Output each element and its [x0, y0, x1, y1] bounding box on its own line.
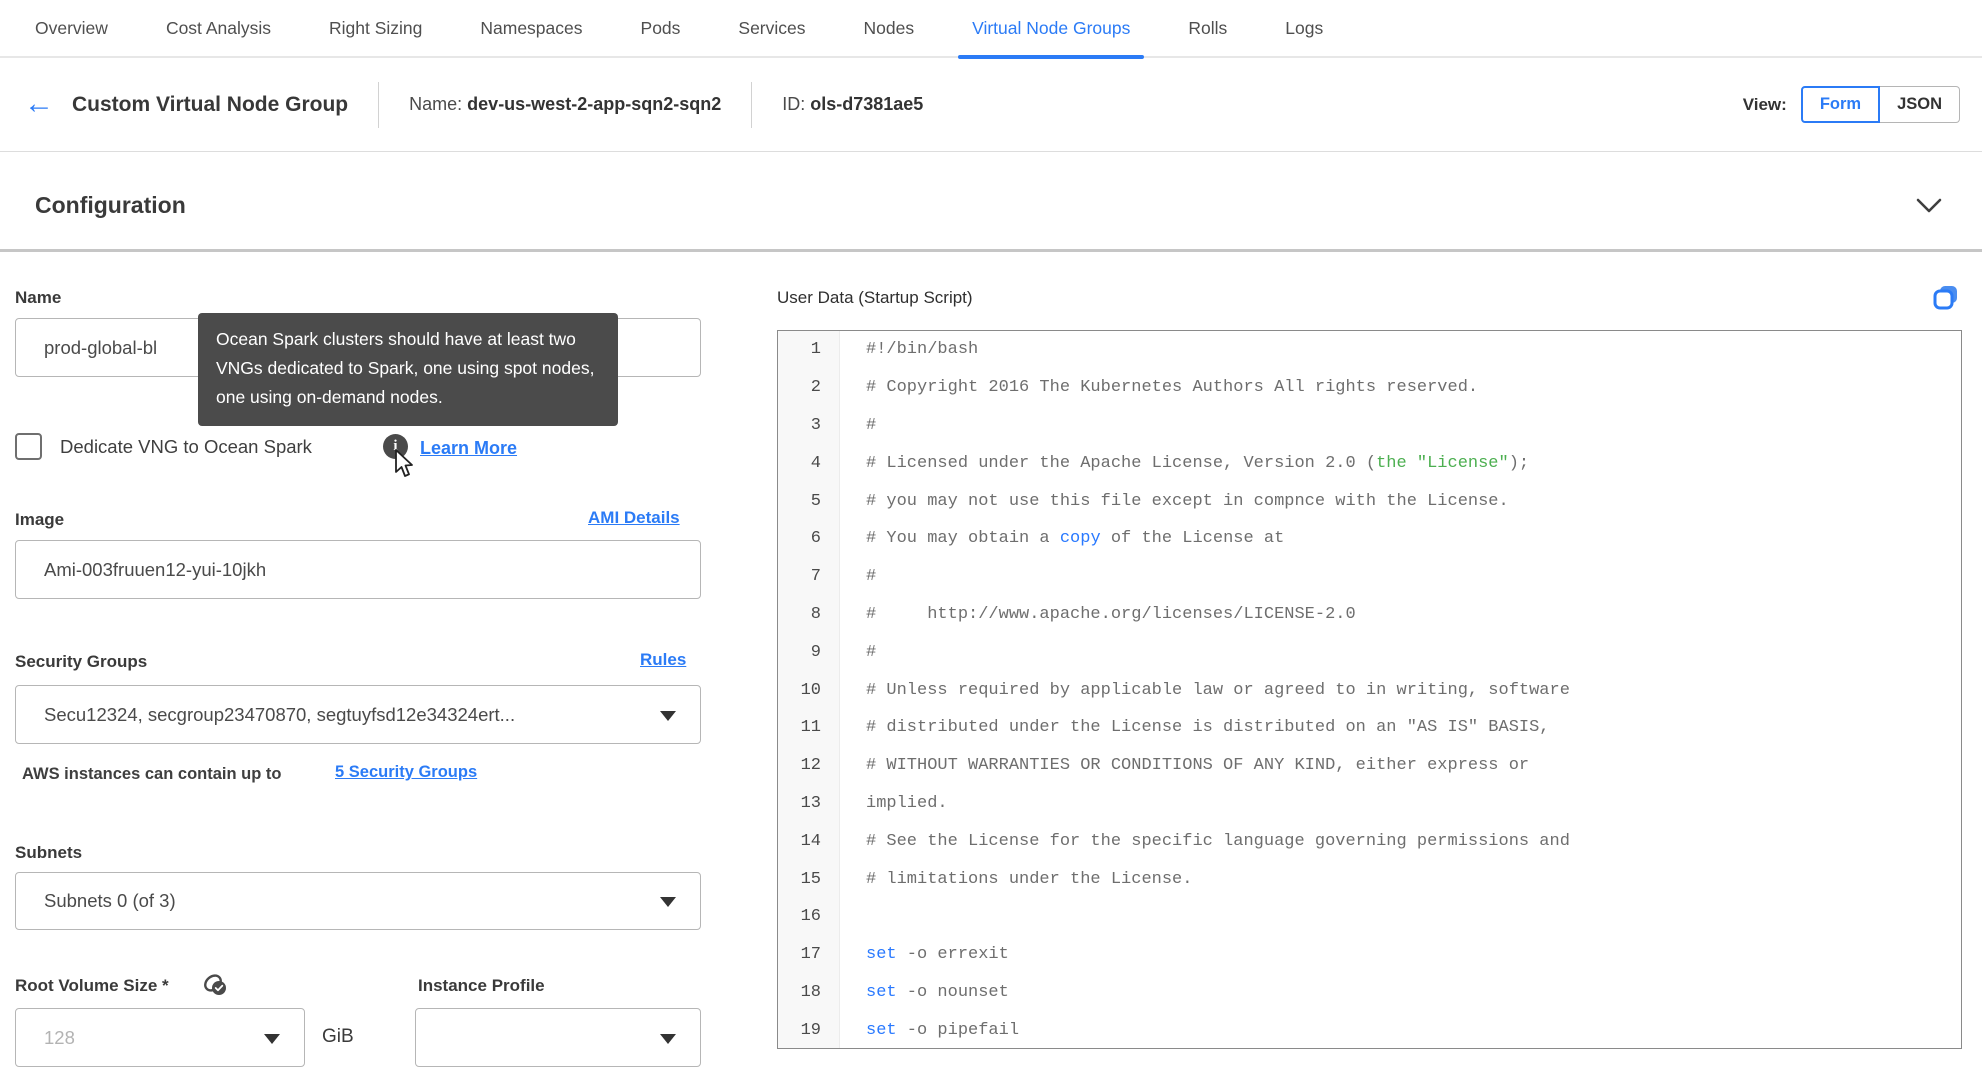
subnets-select[interactable]: Subnets 0 (of 3) — [15, 872, 701, 930]
view-toggle: Form JSON — [1800, 86, 1960, 123]
security-groups-helper: AWS instances can contain up to — [22, 765, 282, 783]
vng-id: ID: ols-d7381ae5 — [782, 94, 924, 114]
gib-unit-label: GiB — [322, 1026, 354, 1047]
view-form-button[interactable]: Form — [1800, 86, 1881, 123]
tab-rolls[interactable]: Rolls — [1188, 0, 1227, 57]
tab-namespaces[interactable]: Namespaces — [480, 0, 582, 57]
code-line: set -o nounset — [866, 982, 1009, 1002]
mouse-cursor-icon — [395, 449, 413, 477]
rules-link[interactable]: Rules — [640, 650, 686, 670]
image-label: Image — [15, 510, 65, 529]
tab-pods[interactable]: Pods — [641, 0, 681, 57]
line-number: 11 — [800, 718, 821, 738]
section-title: Configuration — [35, 192, 186, 218]
line-number: 6 — [810, 529, 821, 549]
line-number: 19 — [800, 1020, 821, 1040]
code-line: # Unless required by applicable law or a… — [866, 680, 1570, 700]
tab-logs[interactable]: Logs — [1285, 0, 1323, 57]
ami-details-link[interactable]: AMI Details — [588, 508, 680, 528]
code-area[interactable]: #!/bin/bash # Copyright 2016 The Kubernet… — [840, 331, 1961, 1048]
line-number: 7 — [810, 567, 821, 587]
instance-profile-label: Instance Profile — [418, 976, 545, 995]
line-number: 3 — [810, 415, 821, 435]
link-check-icon[interactable] — [200, 970, 230, 1000]
line-number: 9 — [810, 642, 821, 662]
divider — [378, 81, 380, 128]
tab-services[interactable]: Services — [738, 0, 805, 57]
code-line: # you may not use this file except in co… — [866, 491, 1509, 511]
line-number: 15 — [800, 869, 821, 889]
security-groups-label: Security Groups — [15, 652, 148, 671]
tab-right-sizing[interactable]: Right Sizing — [329, 0, 422, 57]
line-number-gutter: 1 2 3 4 5 6 7 8 9 10 11 12 13 14 15 16 17 18 19 — [778, 331, 840, 1048]
code-line: set -o pipefail — [866, 1020, 1020, 1040]
code-line: # — [866, 567, 877, 587]
page-title: Custom Virtual Node Group — [72, 92, 349, 116]
divider — [751, 81, 753, 128]
chevron-down-icon[interactable] — [1916, 198, 1942, 214]
code-line: # — [866, 642, 877, 662]
ocean-spark-tooltip: Ocean Spark clusters should have at leas… — [198, 313, 618, 426]
top-nav: Overview Cost Analysis Right Sizing Namespa… — [0, 0, 1982, 59]
line-number: 10 — [800, 680, 821, 700]
caret-down-icon — [660, 710, 676, 721]
user-data-label: User Data (Startup Script) — [777, 288, 973, 307]
line-number: 13 — [800, 793, 821, 813]
line-number: 17 — [800, 945, 821, 965]
learn-more-link[interactable]: Learn More — [420, 438, 517, 459]
security-groups-select[interactable]: Secu12324, secgroup23470870, segtuyfsd12… — [15, 685, 701, 744]
tab-nodes[interactable]: Nodes — [864, 0, 915, 57]
line-number: 1 — [810, 340, 821, 360]
code-line: # distributed under the License is distr… — [866, 718, 1550, 738]
tab-virtual-node-groups[interactable]: Virtual Node Groups — [958, 0, 1145, 59]
dedicate-vng-label: Dedicate VNG to Ocean Spark — [60, 436, 312, 457]
back-arrow-icon[interactable]: ← — [24, 88, 58, 120]
caret-down-icon — [660, 897, 676, 907]
five-security-groups-link[interactable]: 5 Security Groups — [335, 763, 477, 782]
code-line: # WITHOUT WARRANTIES OR CONDITIONS OF AN… — [866, 756, 1530, 776]
line-number: 18 — [800, 982, 821, 1002]
line-number: 4 — [810, 453, 821, 473]
tab-cost-analysis[interactable]: Cost Analysis — [166, 0, 271, 57]
user-data-code-editor[interactable]: 1 2 3 4 5 6 7 8 9 10 11 12 13 14 15 16 17 18 19 #!/bin/bas… — [777, 330, 1962, 1049]
view-json-button[interactable]: JSON — [1880, 86, 1960, 123]
root-volume-size-label: Root Volume Size * — [15, 976, 169, 995]
page-header: ← Custom Virtual Node Group Name: dev-us… — [0, 58, 1982, 152]
line-number: 5 — [810, 491, 821, 511]
configuration-section-header: Configuration — [0, 152, 1982, 252]
code-line: # You may obtain a copy of the License a… — [866, 529, 1285, 549]
image-input[interactable]: Ami-003fruuen12-yui-10jkh — [15, 540, 701, 599]
tab-overview[interactable]: Overview — [35, 0, 108, 57]
line-number: 8 — [810, 604, 821, 624]
instance-profile-select[interactable] — [415, 1008, 701, 1067]
code-line: # limitations under the License. — [866, 869, 1193, 889]
code-line: set -o errexit — [866, 945, 1009, 965]
line-number: 14 — [800, 831, 821, 851]
code-line: implied. — [866, 793, 948, 813]
code-line: # — [866, 415, 877, 435]
copy-icon[interactable] — [1930, 282, 1962, 314]
name-label: Name — [15, 288, 62, 307]
root-volume-size-select[interactable]: 128 — [15, 1008, 305, 1067]
code-line: # http://www.apache.org/licenses/LICENSE… — [866, 604, 1356, 624]
caret-down-icon — [264, 1033, 280, 1044]
view-label: View: — [1742, 94, 1787, 114]
code-line: #!/bin/bash — [866, 340, 979, 360]
caret-down-icon — [660, 1033, 676, 1044]
code-line: # See the License for the specific langu… — [866, 831, 1570, 851]
line-number: 16 — [800, 907, 821, 927]
code-line: # Licensed under the Apache License, Ver… — [866, 453, 1530, 473]
line-number: 2 — [810, 378, 821, 398]
code-line: # Copyright 2016 The Kubernetes Authors … — [866, 378, 1479, 398]
vng-name: Name: dev-us-west-2-app-sqn2-sqn2 — [409, 94, 722, 114]
dedicate-vng-checkbox[interactable] — [15, 433, 42, 460]
line-number: 12 — [800, 756, 821, 776]
subnets-label: Subnets — [15, 843, 83, 862]
